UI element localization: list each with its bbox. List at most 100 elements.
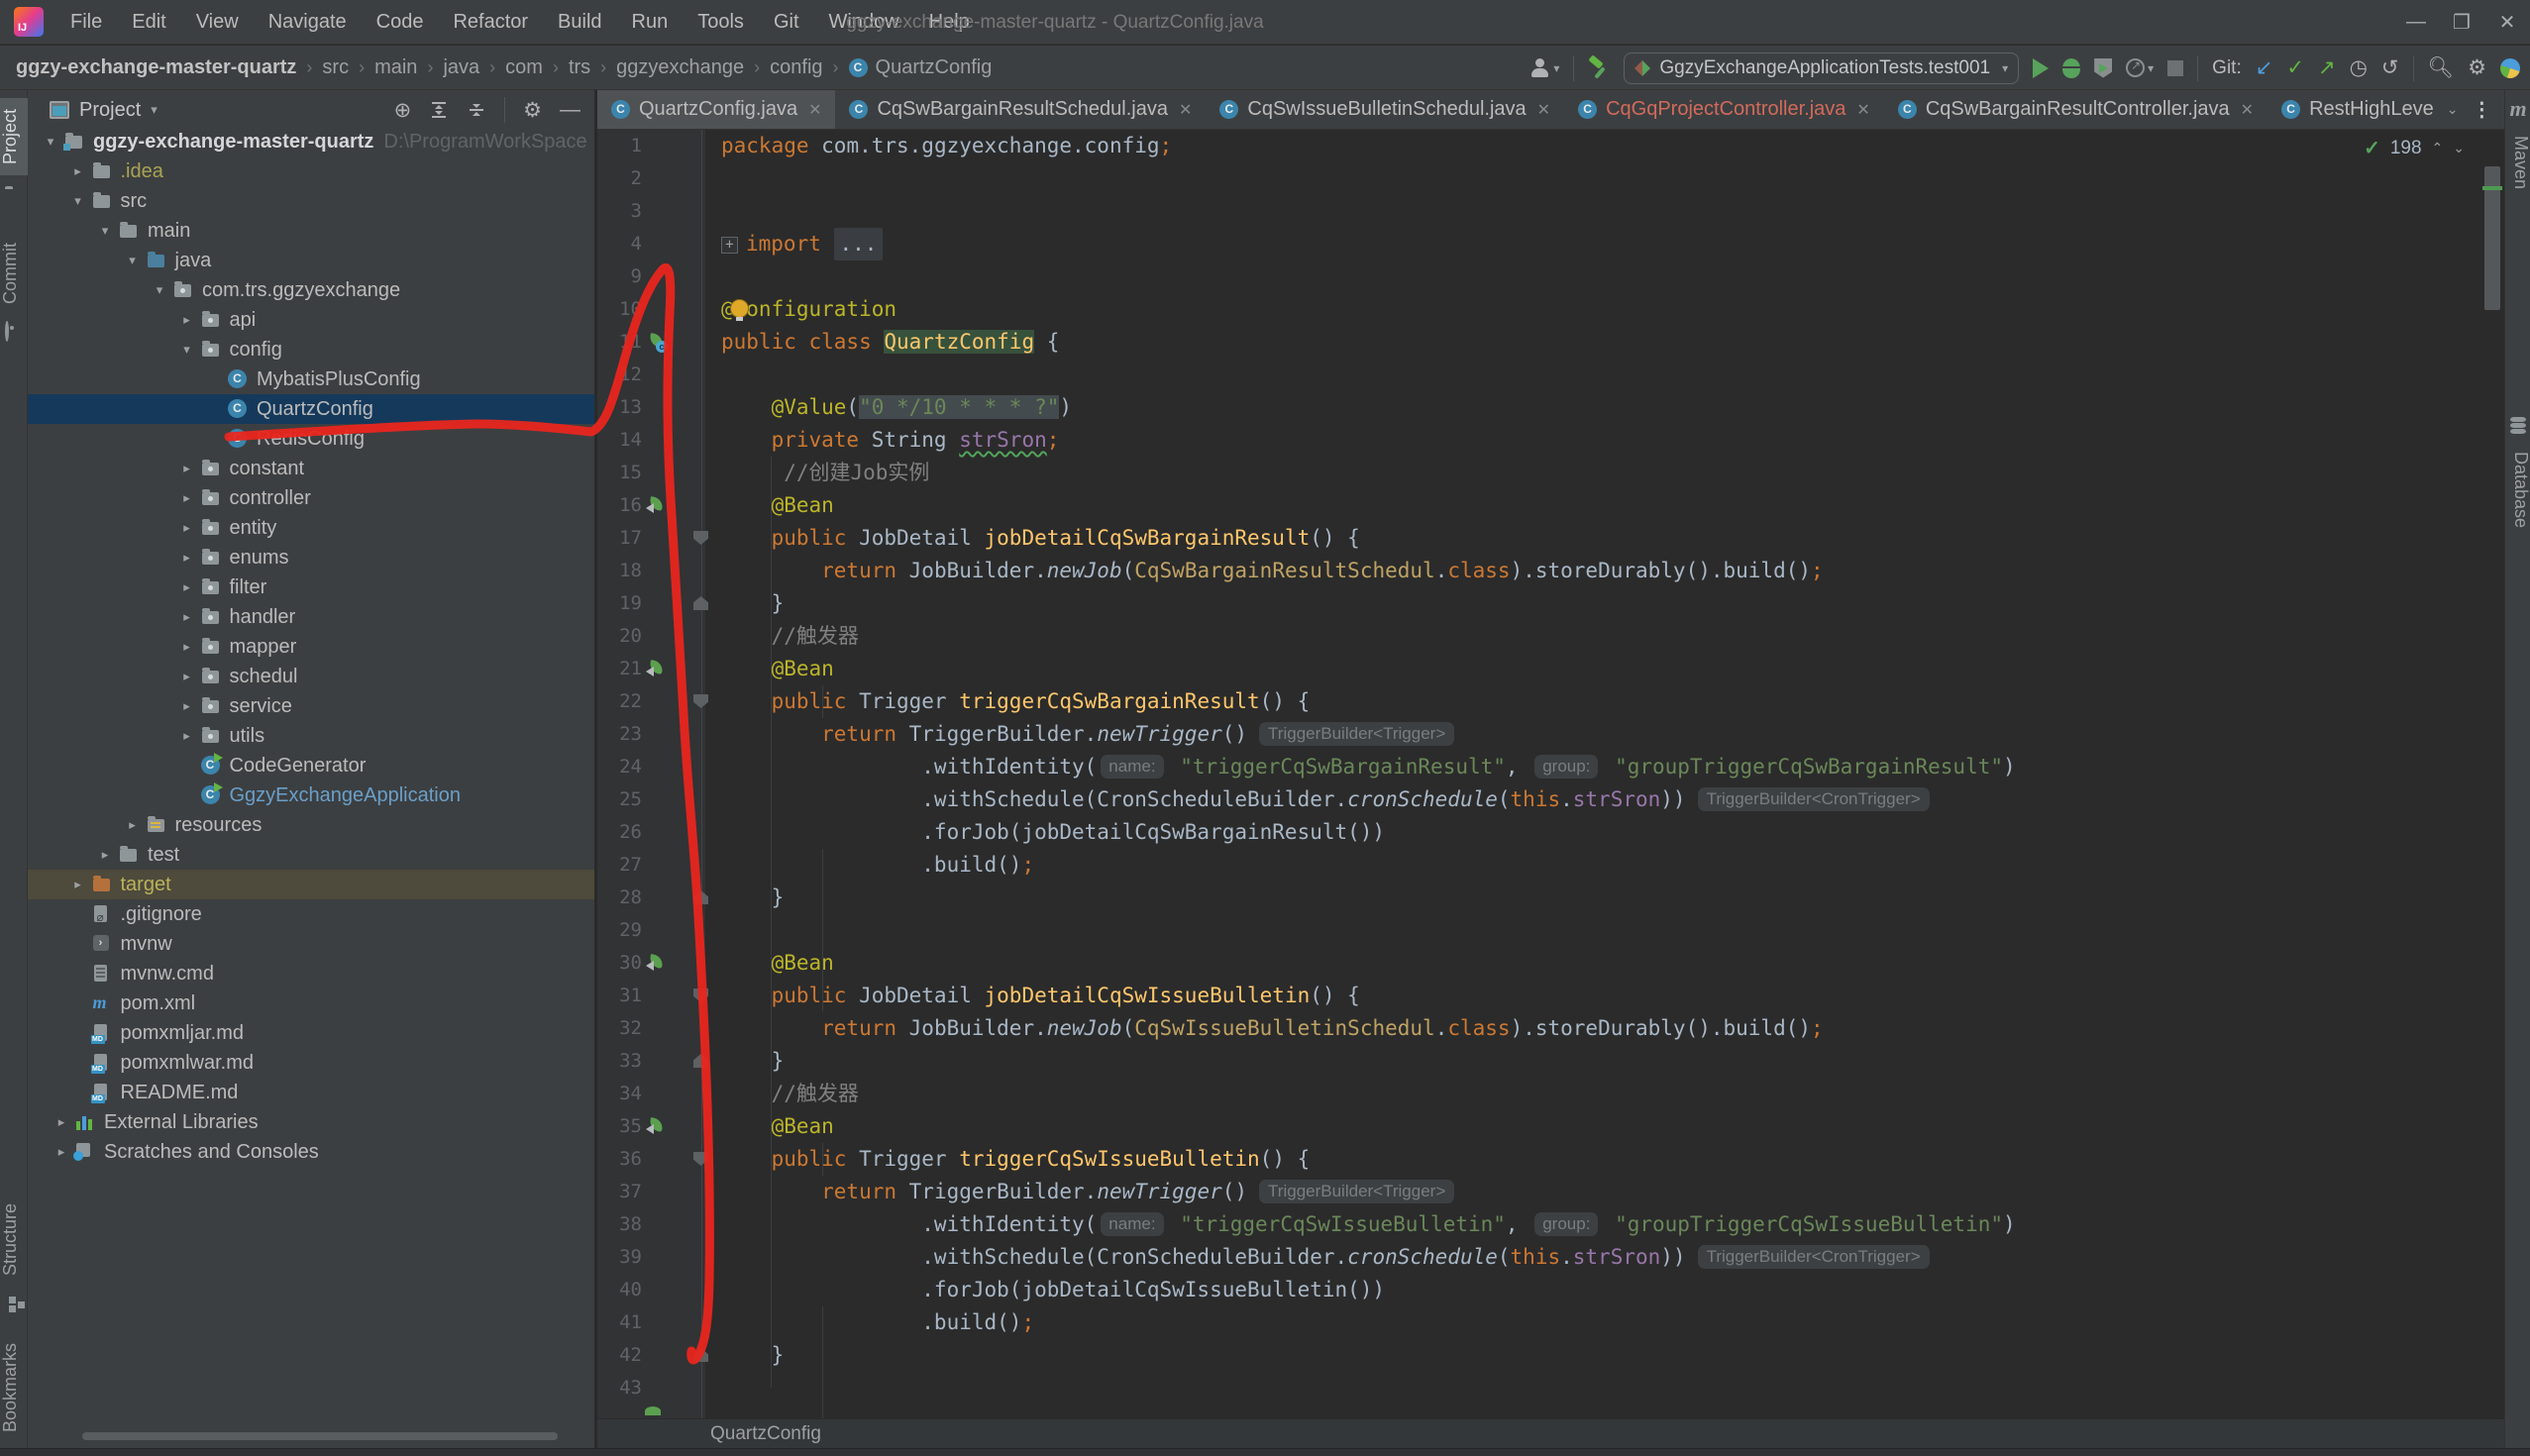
expand-all-button[interactable] [429,100,449,120]
tab-close-icon[interactable]: ✕ [808,100,821,120]
code-line[interactable]: } [705,882,2504,914]
settings-gear-icon[interactable]: ⚙ [2468,55,2486,80]
breadcrumb-item[interactable]: java [443,56,479,79]
chevron-right-icon[interactable]: ▸ [174,639,200,655]
chevron-down-icon[interactable]: ▾ [147,282,172,298]
code-line[interactable] [705,359,2504,391]
tree-item-mapper[interactable]: ▸mapper [28,632,594,662]
tree-item-pomxmljar-md[interactable]: MDpomxmljar.md [28,1018,594,1048]
code-line[interactable]: package com.trs.ggzyexchange.config; [705,130,2504,162]
chevron-down-icon[interactable]: ▾ [174,342,200,358]
code-line[interactable]: @Value("0 */10 * * * ?") [705,391,2504,424]
tool-stripe-bookmarks[interactable]: Bookmarks [0,1338,28,1437]
code-line[interactable]: //触发器 [705,620,2504,653]
menu-item-refactor[interactable]: Refactor [438,0,543,45]
inspections-widget[interactable]: ✓ 198 ⌃ ⌄ [2364,136,2465,160]
code-line[interactable]: public JobDetail jobDetailCqSwBargainRes… [705,522,2504,555]
code-line[interactable]: .withIdentity(name: "triggerCqSwIssueBul… [705,1208,2504,1241]
tree-item-filter[interactable]: ▸filter [28,572,594,602]
collapse-all-button[interactable] [467,100,486,120]
prev-problem-icon[interactable]: ⌃ [2432,140,2444,156]
code-line[interactable]: } [705,587,2504,620]
code-line[interactable]: //触发器 [705,1078,2504,1110]
tree-item-external-libraries[interactable]: ▸External Libraries [28,1107,594,1137]
tab-quartzconfig-java[interactable]: CQuartzConfig.java✕ [597,90,835,129]
chevron-right-icon[interactable]: ▸ [65,163,91,179]
git-commit-icon[interactable]: ✓ [2286,55,2304,80]
chevron-down-icon[interactable]: ▾ [120,253,146,268]
debug-button[interactable] [2062,58,2080,78]
tree-item-entity[interactable]: ▸entity [28,513,594,543]
tree-item--gitignore[interactable]: .gitignore [28,899,594,929]
chevron-right-icon[interactable]: ▸ [174,669,200,684]
code-line[interactable]: public class QuartzConfig { [705,326,2504,359]
close-button[interactable]: ✕ [2484,0,2530,45]
code-line[interactable]: .forJob(jobDetailCqSwIssueBulletin()) [705,1274,2504,1306]
chevron-right-icon[interactable]: ▸ [49,1114,74,1130]
code-line[interactable]: //创建Job实例 [705,457,2504,489]
code-line[interactable]: .withIdentity(name: "triggerCqSwBargainR… [705,751,2504,783]
tree-item-resources[interactable]: ▸resources [28,810,594,840]
tab-close-icon[interactable]: ✕ [1856,100,1869,120]
fold-expand-icon[interactable]: + [721,237,738,254]
code-line[interactable]: @Bean [705,489,2504,522]
chevron-right-icon[interactable]: ▸ [92,847,118,863]
history-clock-icon[interactable]: ◷ [2350,55,2368,80]
code-line[interactable] [705,260,2504,293]
code-line[interactable]: public Trigger triggerCqSwBargainResult(… [705,685,2504,718]
chevron-right-icon[interactable]: ▸ [120,817,146,833]
tree-item-utils[interactable]: ▸utils [28,721,594,751]
tree-item-com-trs-ggzyexchange[interactable]: ▾com.trs.ggzyexchange [28,275,594,305]
tree-item-pomxmlwar-md[interactable]: MDpomxmlwar.md [28,1048,594,1078]
menu-item-build[interactable]: Build [543,0,616,45]
git-update-icon[interactable]: ↙ [2256,55,2273,80]
tool-stripe-commit[interactable]: Commit [0,234,28,313]
breadcrumb-item[interactable]: ggzy-exchange-master-quartz [16,56,296,79]
tab-cqswbargainresultcontroller-java[interactable]: CCqSwBargainResultController.java✕ [1884,90,2267,129]
tree-item-src[interactable]: ▾src [28,186,594,216]
code-line[interactable] [705,162,2504,195]
code-line[interactable]: @Bean [705,947,2504,980]
code-line[interactable]: @Bean [705,653,2504,685]
tree-item-constant[interactable]: ▸constant [28,454,594,483]
menu-item-navigate[interactable]: Navigate [254,0,362,45]
menu-item-code[interactable]: Code [362,0,439,45]
tab-more-icon[interactable]: ⋮ [2472,90,2505,129]
tree-item-java[interactable]: ▾java [28,246,594,275]
tab-close-icon[interactable]: ✕ [1179,100,1192,120]
chevron-down-icon[interactable]: ▾ [38,134,63,150]
chevron-right-icon[interactable]: ▸ [174,520,200,536]
stop-button[interactable] [2167,60,2183,76]
panel-settings-gear-icon[interactable]: ⚙ [523,98,542,123]
spring-bean-icon[interactable] [649,661,664,676]
code-line[interactable]: .build(); [705,1306,2504,1339]
tree-item-readme-md[interactable]: MDREADME.md [28,1078,594,1107]
tool-stripe-project[interactable]: Project [0,98,28,175]
code-line[interactable]: @Configuration [705,293,2504,326]
tab-cqswbargainresultschedul-java[interactable]: CCqSwBargainResultSchedul.java✕ [835,90,1206,129]
chevron-right-icon[interactable]: ▸ [174,579,200,595]
ide-sphere-icon[interactable] [2500,58,2520,78]
menu-item-view[interactable]: View [181,0,254,45]
chevron-right-icon[interactable]: ▸ [174,490,200,506]
tree-item-quartzconfig[interactable]: CQuartzConfig [28,394,594,424]
breadcrumb-item[interactable]: QuartzConfig [876,56,993,79]
code-line[interactable]: return TriggerBuilder.newTrigger()Trigge… [705,718,2504,751]
code-line[interactable]: return JobBuilder.newJob(CqSwBargainResu… [705,555,2504,587]
tree-item-mvnw[interactable]: ›mvnw [28,929,594,959]
chevron-down-icon[interactable]: ⌄ [2447,101,2459,118]
tab-cqgqprojectcontroller-java[interactable]: CCqGqProjectController.java✕ [1564,90,1884,129]
spring-bean-icon[interactable] [649,497,664,512]
breadcrumb-class[interactable]: QuartzConfig [710,1423,821,1445]
tree-item-redisconfig[interactable]: CRedisConfig [28,424,594,454]
menu-item-tools[interactable]: Tools [683,0,759,45]
spring-bean-icon[interactable] [649,1118,664,1133]
chevron-right-icon[interactable]: ▸ [174,698,200,714]
tree-item-mvnw-cmd[interactable]: mvnw.cmd [28,959,594,988]
code-line[interactable]: } [705,1339,2504,1372]
chevron-right-icon[interactable]: ▸ [174,550,200,566]
code-line[interactable]: return JobBuilder.newJob(CqSwIssueBullet… [705,1012,2504,1045]
run-button[interactable] [2033,58,2049,78]
breadcrumb-item[interactable]: com [505,56,543,79]
run-configuration-select[interactable]: GgzyExchangeApplicationTests.test001 ▾ [1624,52,2019,84]
